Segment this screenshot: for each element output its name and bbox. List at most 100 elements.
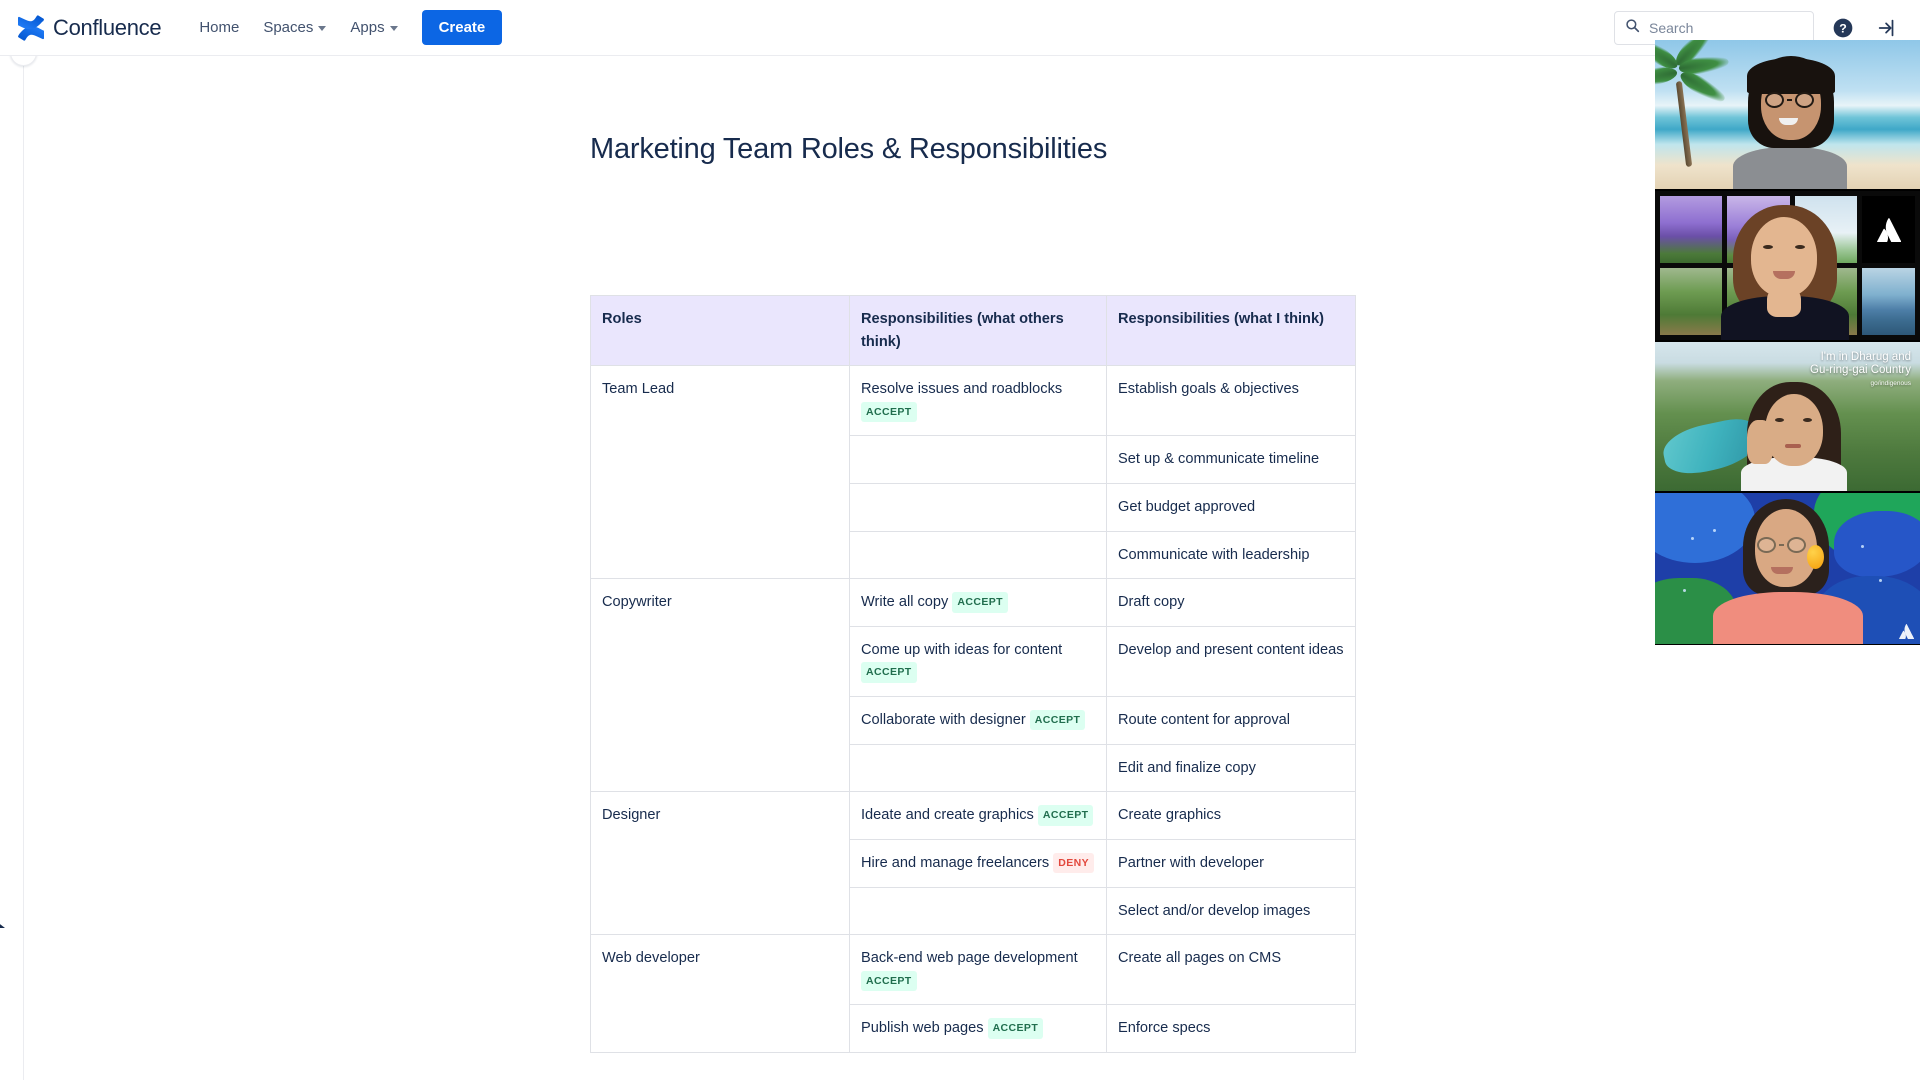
overlay-line-1: I'm in Dharug and <box>1820 351 1911 363</box>
responsibility-mine-text: Set up & communicate timeline <box>1118 451 1320 468</box>
create-button[interactable]: Create <box>421 10 503 45</box>
participant-body <box>1733 147 1847 189</box>
responsibility-mine-cell: Establish goals & objectives <box>1106 365 1356 437</box>
confluence-home-link[interactable]: Confluence <box>15 14 162 41</box>
roles-responsibilities-table-wrapper: Roles Responsibilities (what others thin… <box>590 294 1356 1053</box>
nav-item-spaces-label: Spaces <box>263 19 314 36</box>
responsibility-others-cell <box>849 483 1107 532</box>
nav-item-apps-label: Apps <box>350 19 385 36</box>
participant-face <box>1751 217 1817 297</box>
chevron-down-icon <box>318 26 327 31</box>
page-content-area: Marketing Team Roles & Responsibilities … <box>25 56 1920 1080</box>
responsibility-mine-cell: Set up & communicate timeline <box>1106 435 1356 485</box>
responsibility-mine-cell: Develop and present content ideas <box>1106 625 1356 698</box>
video-tile-participant-4[interactable] <box>1655 493 1920 644</box>
bg-cell-garden <box>1660 268 1723 335</box>
responsibility-mine-cell: Draft copy <box>1106 578 1356 627</box>
responsibility-others-text: Collaborate with designer <box>861 712 1026 729</box>
video-tile-participant-1[interactable] <box>1655 40 1920 191</box>
responsibility-others-cell: Back-end web page development ACCEPT <box>849 934 1107 1006</box>
column-header-roles: Roles <box>590 294 850 367</box>
brand-name: Confluence <box>53 14 162 40</box>
responsibility-mine-text: Enforce specs <box>1118 1020 1211 1037</box>
glasses-lens-left <box>1757 537 1776 553</box>
responsibility-mine-text: Route content for approval <box>1118 712 1290 729</box>
role-cell: Web developer <box>590 934 850 1053</box>
status-badge-accept: ACCEPT <box>861 662 917 683</box>
column-header-responsibilities-mine: Responsibilities (what I think) <box>1106 294 1356 367</box>
participant-eye-right <box>1803 418 1812 422</box>
responsibility-others-cell: Resolve issues and roadblocks ACCEPT <box>849 365 1107 437</box>
responsibility-others-text: Resolve issues and roadblocks <box>861 381 1063 398</box>
glasses-bridge <box>1779 543 1784 547</box>
role-cell: Copywriter <box>590 578 850 793</box>
glasses-lens-left <box>1765 92 1784 108</box>
atlassian-watermark-icon <box>1899 624 1914 639</box>
page-title: Marketing Team Roles & Responsibilities <box>590 133 1108 165</box>
video-tile-participant-3[interactable]: I'm in Dharug and Gu-ring-gai Country go… <box>1655 342 1920 493</box>
role-cell: Designer <box>590 791 850 936</box>
responsibility-mine-cell: Select and/or develop images <box>1106 886 1356 936</box>
atlassian-logo-icon <box>1876 217 1901 242</box>
participant-hand <box>1747 420 1773 464</box>
abstract-blob <box>1834 511 1920 577</box>
responsibility-mine-text: Get budget approved <box>1118 499 1256 516</box>
sign-in-arrow-icon[interactable] <box>1872 13 1902 43</box>
glasses-lens-right <box>1787 537 1806 553</box>
responsibility-mine-cell: Route content for approval <box>1106 696 1356 745</box>
responsibility-mine-cell: Partner with developer <box>1106 838 1356 888</box>
column-header-responsibilities-others: Responsibilities (what others think) <box>849 294 1107 367</box>
video-conference-panel: I'm in Dharug and Gu-ring-gai Country go… <box>1655 40 1920 645</box>
svg-text:?: ? <box>1839 21 1847 35</box>
responsibility-mine-cell: Edit and finalize copy <box>1106 743 1356 793</box>
responsibility-others-text: Ideate and create graphics <box>861 807 1034 824</box>
responsibility-others-cell <box>849 743 1107 793</box>
responsibility-mine-text: Develop and present content ideas <box>1118 641 1344 658</box>
nav-item-spaces[interactable]: Spaces <box>253 12 336 43</box>
table-row: Designer Ideate and create graphics ACCEP… <box>590 791 1356 936</box>
status-badge-accept: ACCEPT <box>861 970 917 992</box>
table-row: Team Lead Resolve issues and roadblocks A… <box>590 365 1356 580</box>
participant-eye-left <box>1763 245 1773 249</box>
table-row: Copywriter Write all copy ACCEPT Draft cop… <box>590 578 1356 793</box>
responsibility-others-cell <box>849 530 1107 580</box>
responsibility-mine-cell: Create graphics <box>1106 791 1356 840</box>
search-icon <box>1625 18 1640 38</box>
responsibility-others-cell: Ideate and create graphics ACCEPT <box>849 791 1107 840</box>
search-placeholder: Search <box>1649 19 1694 36</box>
nav-item-apps[interactable]: Apps <box>340 12 407 43</box>
responsibility-mine-text: Establish goals & objectives <box>1118 381 1299 398</box>
nav-item-home[interactable]: Home <box>189 12 249 43</box>
responsibility-mine-text: Edit and finalize copy <box>1118 759 1256 776</box>
table-header: Roles Responsibilities (what others thin… <box>590 294 1356 367</box>
table-body: Team Lead Resolve issues and roadblocks A… <box>590 365 1356 1053</box>
participant-hair-top <box>1747 58 1835 94</box>
responsibility-mine-text: Draft copy <box>1118 594 1185 611</box>
status-badge-accept: ACCEPT <box>952 592 1008 613</box>
status-badge-accept: ACCEPT <box>1037 805 1094 826</box>
overlay-line-2: Gu-ring-gai Country <box>1810 364 1911 377</box>
role-cell: Team Lead <box>590 365 850 580</box>
bg-cell-harbour <box>1862 268 1915 335</box>
responsibility-mine-text: Communicate with leadership <box>1118 546 1310 563</box>
help-circle-icon[interactable]: ? <box>1828 13 1858 43</box>
responsibility-others-cell: Hire and manage freelancers DENY <box>849 838 1107 888</box>
responsibility-others-text: Write all copy <box>861 594 949 611</box>
status-badge-deny: DENY <box>1053 852 1095 874</box>
overlay-line-3: go/indigenous <box>1870 379 1911 387</box>
responsibility-mine-text: Select and/or develop images <box>1118 902 1311 919</box>
page-corner-marker-icon <box>0 916 8 928</box>
responsibility-mine-text: Partner with developer <box>1118 854 1265 871</box>
participant-face <box>1765 394 1823 466</box>
responsibility-others-cell <box>849 886 1107 936</box>
nav-item-home-label: Home <box>199 19 240 36</box>
earring-decoration <box>1807 545 1824 569</box>
video-tile-participant-2[interactable] <box>1655 191 1920 342</box>
responsibility-mine-text: Create all pages on CMS <box>1118 950 1282 967</box>
video-overlay-acknowledgement: I'm in Dharug and Gu-ring-gai Country go… <box>1810 351 1911 387</box>
participant-body <box>1713 592 1863 644</box>
responsibility-others-text: Back-end web page development <box>861 950 1078 967</box>
participant-mouth <box>1785 444 1801 448</box>
glasses-lens-right <box>1795 92 1814 108</box>
table-header-row: Roles Responsibilities (what others thin… <box>590 294 1356 367</box>
